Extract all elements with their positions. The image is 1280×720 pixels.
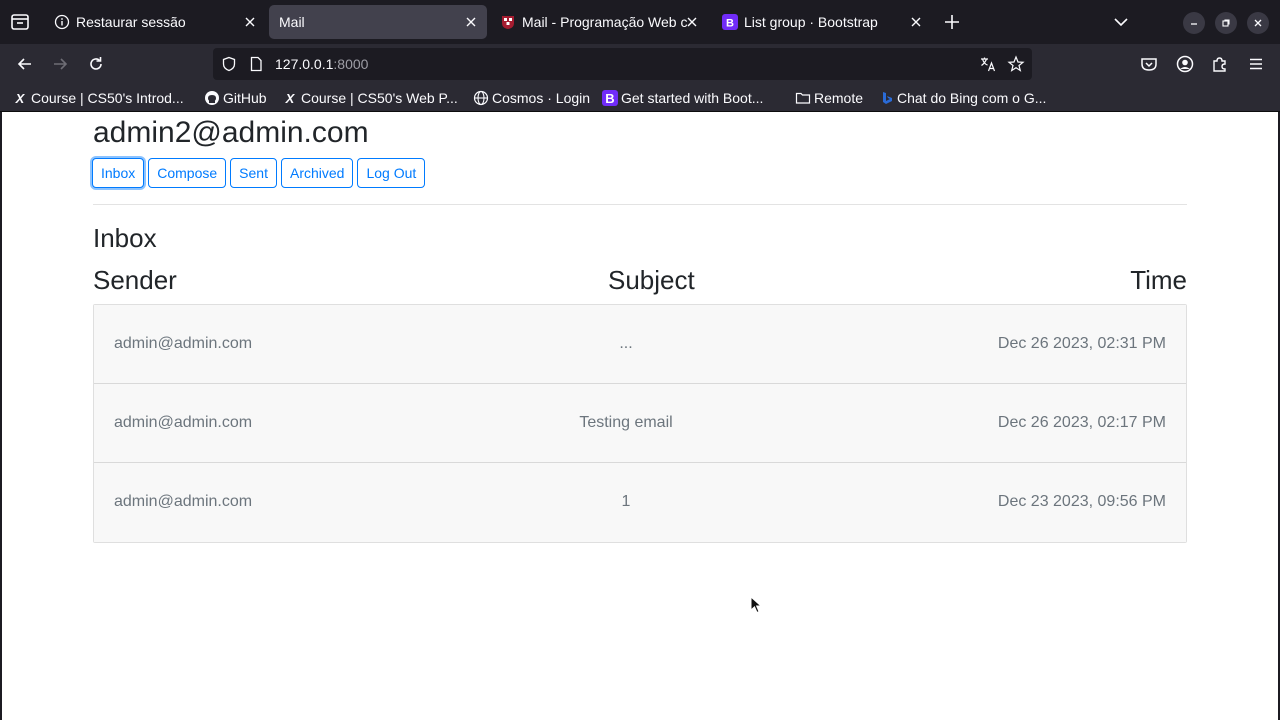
email-time: Dec 26 2023, 02:17 PM [997,414,1166,431]
pocket-icon[interactable] [1139,54,1159,74]
tab-label: Mail [279,14,305,30]
mail-nav-buttons: Inbox Compose Sent Archived Log Out [92,158,426,188]
column-header-subject: Subject [608,265,695,295]
folder-icon [795,90,811,106]
bootstrap-icon: B [722,14,738,30]
harvard-icon [500,14,516,30]
bookmark-label: Course | CS50's Web P... [301,90,458,106]
tab-label: List group · Bootstrap [744,14,878,30]
bookmark-bootstrap[interactable]: B Get started with Boot... [602,89,763,107]
account-icon[interactable] [1175,54,1195,74]
bookmark-label: Get started with Boot... [621,90,764,106]
bookmark-remote-folder[interactable]: Remote [795,89,863,107]
url-bar[interactable]: 127.0.0.1:8000 [213,48,1032,80]
tab-mail[interactable]: Mail [269,5,487,39]
page-icon[interactable] [248,56,264,77]
tab-list-group-bootstrap[interactable]: B List group · Bootstrap [712,5,932,39]
reload-icon[interactable] [86,54,106,74]
globe-icon [473,90,489,106]
hamburger-menu-icon[interactable] [1246,54,1266,74]
svg-text:B: B [726,18,734,30]
close-icon[interactable] [463,14,479,30]
archived-button[interactable]: Archived [280,158,354,188]
window-close-icon[interactable] [1247,12,1269,34]
logout-button[interactable]: Log Out [357,158,426,188]
bootstrap-icon: B [602,90,618,106]
bookmark-cs50-intro[interactable]: X Course | CS50's Introd... [12,89,184,107]
user-email-heading: admin2@admin.com [93,116,369,149]
tab-label: Restaurar sessão [76,14,186,30]
email-time: Dec 23 2023, 09:56 PM [997,493,1166,510]
divider [93,204,1187,205]
mouse-cursor-icon [750,595,763,614]
tab-mail-programacao[interactable]: Mail - Programação Web c [490,5,708,39]
bing-icon [878,90,894,106]
inbox-button[interactable]: Inbox [92,158,145,188]
compose-button[interactable]: Compose [148,158,227,188]
bookmark-github[interactable]: GitHub [204,89,267,107]
email-row[interactable]: admin@admin.com Testing email Dec 26 202… [94,384,1186,463]
bookmark-label: Chat do Bing com o G... [897,90,1047,106]
bookmark-label: Cosmos · Login [492,90,591,106]
tab-bar: Restaurar sessão Mail Mail - Programação… [0,0,1280,44]
url-text: 127.0.0.1:8000 [275,56,368,72]
sent-button[interactable]: Sent [230,158,277,188]
tab-label: Mail - Programação Web c [522,14,688,30]
bookmark-label: GitHub [223,90,267,106]
chevron-down-icon[interactable] [1111,12,1131,32]
tab-list-icon[interactable] [8,10,32,34]
bookmark-label: Course | CS50's Introd... [31,90,184,106]
email-list: admin@admin.com ... Dec 26 2023, 02:31 P… [93,304,1187,543]
bookmark-cs50-web[interactable]: X Course | CS50's Web P... [282,89,458,107]
url-host: 127.0.0.1 [275,56,334,72]
star-bookmark-icon[interactable] [1007,55,1025,78]
page-content: admin2@admin.com Inbox Compose Sent Arch… [0,113,1280,720]
email-row[interactable]: admin@admin.com ... Dec 26 2023, 02:31 P… [94,305,1186,384]
back-arrow-icon[interactable] [15,54,35,74]
mailbox-title: Inbox [93,223,157,253]
new-tab-icon[interactable] [942,12,962,32]
github-icon [204,90,220,106]
email-time: Dec 26 2023, 02:31 PM [997,335,1166,352]
tab-restore-session[interactable]: Restaurar sessão [44,5,266,39]
close-icon[interactable] [684,14,700,30]
url-port: :8000 [333,56,369,72]
bookmark-label: Remote [814,90,864,106]
close-icon[interactable] [242,14,258,30]
navigation-toolbar: 127.0.0.1:8000 [0,44,1280,84]
email-row[interactable]: admin@admin.com 1 Dec 23 2023, 09:56 PM [94,463,1186,542]
translate-icon[interactable] [979,55,997,78]
bookmark-cosmos-login[interactable]: Cosmos · Login [473,89,590,107]
extensions-icon[interactable] [1210,54,1230,74]
restore-icon[interactable] [1215,12,1237,34]
bookmark-bing-chat[interactable]: Chat do Bing com o G... [878,89,1046,107]
column-header-time: Time [1130,265,1187,295]
window-frame-left [0,112,2,720]
info-icon [54,14,70,30]
bookmarks-toolbar: X Course | CS50's Introd... GitHub X Cou… [0,84,1280,112]
shield-icon[interactable] [221,56,237,77]
forward-arrow-icon[interactable] [50,54,70,74]
edx-icon: X [15,90,25,106]
minimize-icon[interactable] [1183,12,1205,34]
close-icon[interactable] [908,14,924,30]
column-header-sender: Sender [93,265,177,295]
edx-icon: X [285,90,295,106]
